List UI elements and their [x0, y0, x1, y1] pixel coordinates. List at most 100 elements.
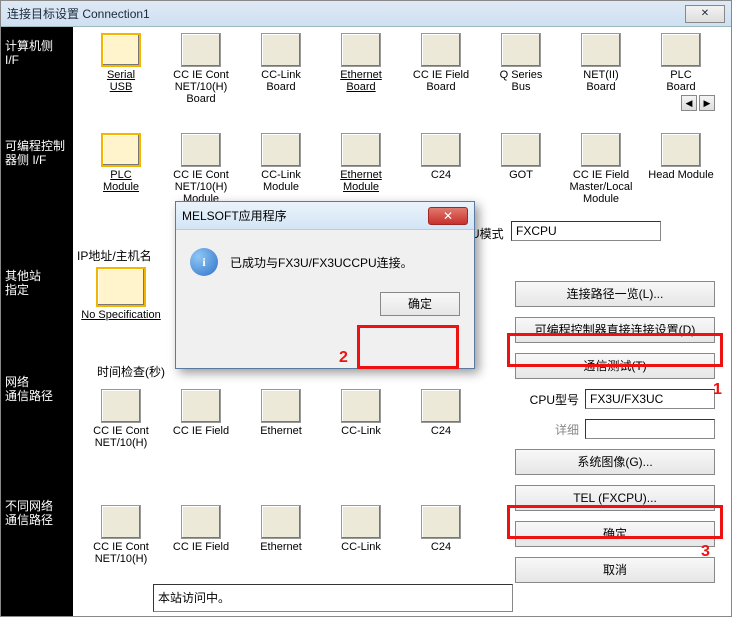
row1-item-1[interactable]: CC IE Cont NET/10(H) Board: [161, 33, 241, 105]
device-icon: [101, 389, 141, 423]
info-icon: i: [190, 248, 218, 276]
device-icon: [341, 505, 381, 539]
device-label: PLC Module: [81, 169, 161, 193]
detail-value: [585, 419, 715, 439]
device-label: C24: [401, 425, 481, 437]
conn-route-list-button[interactable]: 连接路径一览(L)...: [515, 281, 715, 307]
device-icon: [101, 133, 141, 167]
device-label: CC-Link Board: [241, 69, 321, 93]
device-icon: [181, 133, 221, 167]
device-label: CC IE Field Master/Local Module: [561, 169, 641, 205]
row5-item-0[interactable]: CC IE Cont NET/10(H): [81, 505, 161, 565]
cancel-button[interactable]: 取消: [515, 557, 715, 583]
annotation-num-1: 1: [713, 381, 722, 399]
device-label: Ethernet: [241, 541, 321, 553]
plc-direct-conn-button[interactable]: 可编程控制器直接连接设置(D): [515, 317, 715, 343]
cpu-model-value: FX3U/FX3UC: [585, 389, 715, 409]
label-plc-if: 可编程控制器侧 I/F: [5, 139, 69, 167]
device-label: Serial USB: [81, 69, 161, 93]
device-label: Ethernet: [241, 425, 321, 437]
detail-label: 详细: [515, 421, 585, 438]
row2-item-6[interactable]: CC IE Field Master/Local Module: [561, 133, 641, 205]
device-icon: [181, 505, 221, 539]
row2-item-3[interactable]: Ethernet Module: [321, 133, 401, 193]
device-label: CC-Link: [321, 425, 401, 437]
device-icon: [661, 33, 701, 67]
tel-button[interactable]: TEL (FXCPU)...: [515, 485, 715, 511]
status-text: 本站访问中。: [158, 591, 230, 605]
label-network-route: 网络 通信路径: [5, 375, 69, 403]
row4-item-4[interactable]: C24: [401, 389, 481, 437]
device-icon: [421, 133, 461, 167]
device-label: NET(II) Board: [561, 69, 641, 93]
row5-item-1[interactable]: CC IE Field: [161, 505, 241, 553]
cpu-mode-value: FXCPU: [511, 221, 661, 241]
row2-item-5[interactable]: GOT: [481, 133, 561, 181]
dialog-ok-button[interactable]: 确定: [380, 292, 460, 316]
row1-item-0[interactable]: Serial USB: [81, 33, 161, 93]
window-close-button[interactable]: ✕: [685, 5, 725, 23]
row3-item-0[interactable]: No Specification: [81, 267, 161, 321]
sys-image-button[interactable]: 系统图像(G)...: [515, 449, 715, 475]
device-label: CC-Link: [321, 541, 401, 553]
ok-button[interactable]: 确定: [515, 521, 715, 547]
device-label: Ethernet Board: [321, 69, 401, 93]
row2-item-2[interactable]: CC-Link Module: [241, 133, 321, 193]
row1-item-4[interactable]: CC IE Field Board: [401, 33, 481, 93]
device-icon: [96, 267, 146, 307]
device-icon: [581, 133, 621, 167]
row2-item-0[interactable]: PLC Module: [81, 133, 161, 193]
device-label: CC IE Field: [161, 425, 241, 437]
dialog-close-button[interactable]: ✕: [428, 207, 468, 225]
row4-item-0[interactable]: CC IE Cont NET/10(H): [81, 389, 161, 449]
row4-item-3[interactable]: CC-Link: [321, 389, 401, 437]
row1-item-7[interactable]: PLC Board: [641, 33, 721, 93]
row4-item-1[interactable]: CC IE Field: [161, 389, 241, 437]
window-title: 连接目标设置 Connection1: [7, 5, 685, 22]
device-label: No Specification: [81, 309, 161, 321]
device-icon: [261, 505, 301, 539]
device-label: CC IE Field: [161, 541, 241, 553]
row1-item-3[interactable]: Ethernet Board: [321, 33, 401, 93]
row1-item-5[interactable]: Q Series Bus: [481, 33, 561, 93]
device-icon: [261, 389, 301, 423]
row1-item-2[interactable]: CC-Link Board: [241, 33, 321, 93]
device-icon: [661, 133, 701, 167]
label-diff-network-route: 不同网络 通信路径: [5, 499, 69, 527]
dialog-message: 已成功与FX3U/FX3UCCPU连接。: [230, 254, 413, 271]
label-other-station: 其他站 指定: [5, 269, 69, 297]
row2-item-1[interactable]: CC IE Cont NET/10(H) Module: [161, 133, 241, 205]
row2-item-7[interactable]: Head Module: [641, 133, 721, 181]
dialog-title: MELSOFT应用程序: [182, 207, 428, 224]
device-icon: [341, 33, 381, 67]
row1-item-6[interactable]: NET(II) Board: [561, 33, 641, 93]
device-label: C24: [401, 169, 481, 181]
device-label: CC IE Cont NET/10(H) Board: [161, 69, 241, 105]
scroll-right-button[interactable]: ▶: [699, 95, 715, 111]
device-label: PLC Board: [641, 69, 721, 93]
device-label: C24: [401, 541, 481, 553]
device-icon: [421, 389, 461, 423]
status-box: 本站访问中。: [153, 584, 513, 612]
device-label: Ethernet Module: [321, 169, 401, 193]
titlebar: 连接目标设置 Connection1 ✕: [1, 1, 731, 27]
right-button-column: 连接路径一览(L)... 可编程控制器直接连接设置(D) 通信测试(T) CPU…: [515, 281, 715, 593]
device-icon: [341, 389, 381, 423]
device-label: CC IE Cont NET/10(H) Module: [161, 169, 241, 205]
device-icon: [501, 33, 541, 67]
row5-item-4[interactable]: C24: [401, 505, 481, 553]
row4-item-2[interactable]: Ethernet: [241, 389, 321, 437]
row5-item-2[interactable]: Ethernet: [241, 505, 321, 553]
device-label: Head Module: [641, 169, 721, 181]
message-dialog: MELSOFT应用程序 ✕ i 已成功与FX3U/FX3UCCPU连接。 确定: [175, 201, 475, 369]
comm-test-button[interactable]: 通信测试(T): [515, 353, 715, 379]
device-label: GOT: [481, 169, 561, 181]
device-label: CC IE Cont NET/10(H): [81, 425, 161, 449]
row2-item-4[interactable]: C24: [401, 133, 481, 181]
device-icon: [421, 505, 461, 539]
row5-item-3[interactable]: CC-Link: [321, 505, 401, 553]
cpu-model-label: CPU型号: [515, 391, 585, 408]
annotation-num-3: 3: [701, 543, 710, 561]
ip-host-label: IP地址/主机名: [77, 247, 152, 264]
scroll-left-button[interactable]: ◀: [681, 95, 697, 111]
